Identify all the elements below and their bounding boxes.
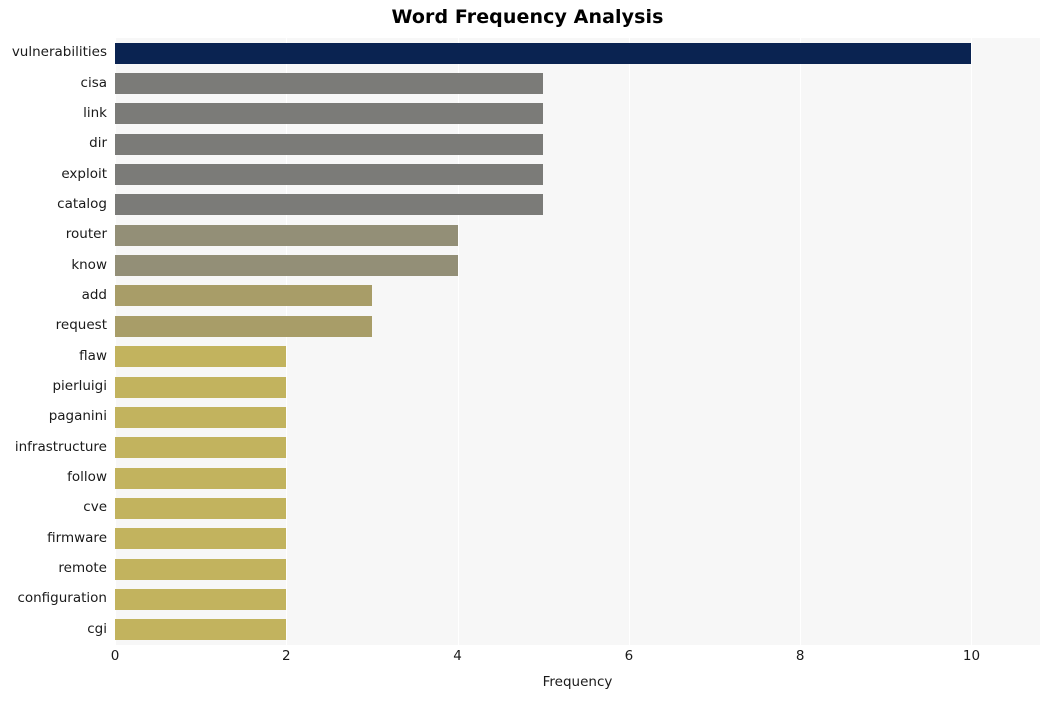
bar-pierluigi[interactable] bbox=[115, 376, 287, 398]
bar-add[interactable] bbox=[115, 285, 372, 307]
word-frequency-chart: Word Frequency Analysis vulnerabilities c… bbox=[0, 0, 1055, 701]
y-tick-label-catalog: catalog bbox=[57, 195, 107, 212]
bar-row bbox=[115, 99, 1040, 129]
y-tick-label-flaw: flaw bbox=[79, 347, 107, 364]
bar-flaw[interactable] bbox=[115, 346, 287, 368]
bar-dir[interactable] bbox=[115, 133, 544, 155]
y-tick-label-add: add bbox=[81, 286, 107, 303]
y-tick-label-cve: cve bbox=[83, 499, 107, 516]
y-tick-label-cisa: cisa bbox=[80, 74, 107, 91]
bar-row bbox=[115, 524, 1040, 554]
x-tick-label-0: 0 bbox=[110, 648, 120, 664]
bar-firmware[interactable] bbox=[115, 528, 287, 550]
bar-cgi[interactable] bbox=[115, 619, 287, 641]
x-axis-label: Frequency bbox=[542, 674, 613, 690]
bar-row bbox=[115, 220, 1040, 250]
bar-row bbox=[115, 159, 1040, 189]
y-tick-label-configuration: configuration bbox=[17, 590, 107, 607]
y-tick-label-pierluigi: pierluigi bbox=[52, 378, 107, 395]
bar-router[interactable] bbox=[115, 224, 458, 246]
y-tick-label-firmware: firmware bbox=[47, 529, 107, 546]
x-axis-tick-labels: 0 2 4 6 8 10 bbox=[111, 648, 1040, 670]
bar-catalog[interactable] bbox=[115, 194, 544, 216]
y-tick-label-dir: dir bbox=[89, 135, 107, 152]
bar-row bbox=[115, 38, 1040, 68]
bar-row bbox=[115, 342, 1040, 372]
bar-remote[interactable] bbox=[115, 558, 287, 580]
bar-row bbox=[115, 402, 1040, 432]
bar-row bbox=[115, 433, 1040, 463]
y-tick-label-cgi: cgi bbox=[87, 620, 107, 637]
x-tick-label-10: 10 bbox=[962, 648, 981, 664]
bar-exploit[interactable] bbox=[115, 164, 544, 186]
y-tick-label-link: link bbox=[83, 104, 107, 121]
bar-cve[interactable] bbox=[115, 497, 287, 519]
y-tick-label-router: router bbox=[65, 226, 107, 243]
y-axis-tick-labels: vulnerabilities cisa link dir exploit catalog… bbox=[0, 38, 111, 645]
x-tick-label-8: 8 bbox=[795, 648, 805, 664]
bar-configuration[interactable] bbox=[115, 588, 287, 610]
bar-row bbox=[115, 584, 1040, 614]
y-tick-label-infrastructure: infrastructure bbox=[14, 438, 107, 455]
bar-vulnerabilities[interactable] bbox=[115, 42, 972, 64]
bar-row bbox=[115, 554, 1040, 584]
bar-cisa[interactable] bbox=[115, 73, 544, 95]
y-tick-label-know: know bbox=[71, 256, 107, 273]
bar-row bbox=[115, 463, 1040, 493]
x-tick-label-6: 6 bbox=[624, 648, 634, 664]
y-tick-label-follow: follow bbox=[67, 469, 107, 486]
bar-request[interactable] bbox=[115, 315, 372, 337]
y-tick-label-remote: remote bbox=[58, 560, 107, 577]
chart-title: Word Frequency Analysis bbox=[391, 6, 664, 28]
bar-row bbox=[115, 615, 1040, 645]
bar-row bbox=[115, 311, 1040, 341]
bar-row bbox=[115, 190, 1040, 220]
bar-row bbox=[115, 372, 1040, 402]
bars-container bbox=[115, 38, 1040, 645]
y-tick-label-paganini: paganini bbox=[48, 408, 107, 425]
bar-row bbox=[115, 493, 1040, 523]
x-tick-label-4: 4 bbox=[453, 648, 462, 664]
bar-paganini[interactable] bbox=[115, 406, 287, 428]
plot-area bbox=[115, 38, 1040, 645]
bar-row bbox=[115, 68, 1040, 98]
bar-row bbox=[115, 250, 1040, 280]
bar-know[interactable] bbox=[115, 255, 458, 277]
bar-infrastructure[interactable] bbox=[115, 437, 287, 459]
bar-link[interactable] bbox=[115, 103, 544, 125]
bar-follow[interactable] bbox=[115, 467, 287, 489]
bar-row bbox=[115, 281, 1040, 311]
bar-row bbox=[115, 129, 1040, 159]
y-tick-label-request: request bbox=[55, 317, 107, 334]
y-tick-label-vulnerabilities: vulnerabilities bbox=[11, 44, 107, 61]
x-tick-label-2: 2 bbox=[281, 648, 291, 664]
y-tick-label-exploit: exploit bbox=[61, 165, 107, 182]
